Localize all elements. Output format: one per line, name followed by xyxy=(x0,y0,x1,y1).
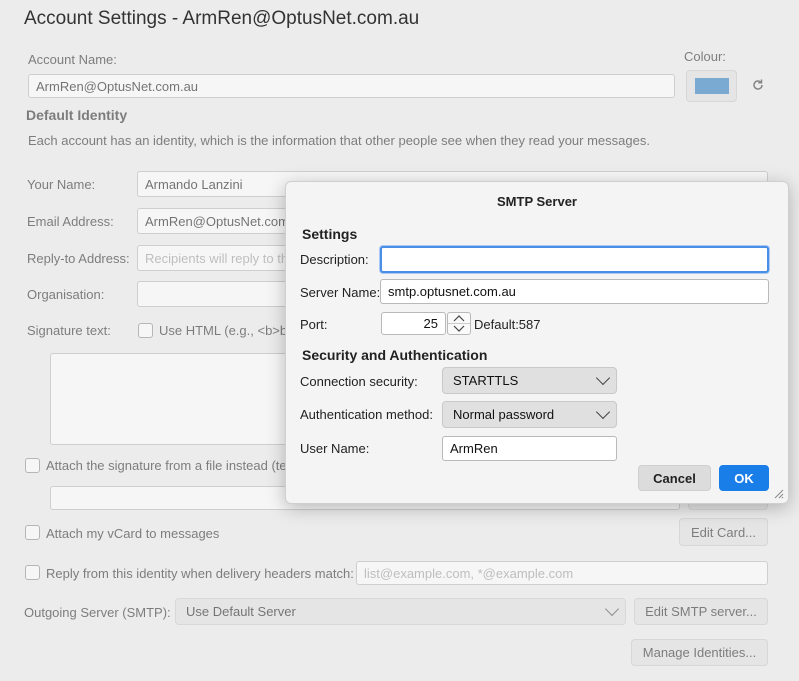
outgoing-server-select[interactable]: Use Default Server xyxy=(175,598,626,625)
port-stepper[interactable] xyxy=(447,312,471,335)
colour-picker-button[interactable] xyxy=(686,70,737,102)
manage-identities-button[interactable]: Manage Identities... xyxy=(631,639,768,666)
edit-smtp-server-button[interactable]: Edit SMTP server... xyxy=(634,598,768,625)
colour-label: Colour: xyxy=(684,49,726,64)
attach-vcard-checkbox[interactable] xyxy=(25,525,40,540)
signature-label: Signature text: xyxy=(27,323,111,338)
use-html-checkbox[interactable] xyxy=(138,323,153,338)
edit-card-button[interactable]: Edit Card... xyxy=(679,518,768,546)
user-name-input[interactable]: ArmRen xyxy=(442,436,617,461)
outgoing-server-value: Use Default Server xyxy=(186,604,296,619)
description-label: Description: xyxy=(300,252,369,267)
description-input[interactable] xyxy=(380,246,769,273)
chevron-down-icon xyxy=(595,404,611,420)
reply-from-input[interactable]: list@example.com, *@example.com xyxy=(356,561,768,585)
use-html-label: Use HTML (e.g., <b>b xyxy=(159,323,288,338)
default-identity-heading: Default Identity xyxy=(26,107,128,123)
account-name-label: Account Name: xyxy=(28,52,117,67)
connection-security-label: Connection security: xyxy=(300,374,418,389)
server-name-input[interactable]: smtp.optusnet.com.au xyxy=(380,279,769,304)
reply-from-label: Reply from this identity when delivery h… xyxy=(46,566,354,581)
settings-heading: Settings xyxy=(302,226,358,242)
port-default-label: Default:587 xyxy=(474,317,541,332)
chevron-down-icon xyxy=(604,601,620,617)
your-name-label: Your Name: xyxy=(27,177,96,192)
resize-grip-icon[interactable] xyxy=(772,487,784,499)
email-label: Email Address: xyxy=(27,214,114,229)
identity-description: Each account has an identity, which is t… xyxy=(28,133,650,148)
smtp-server-dialog: SMTP Server Settings Description: Server… xyxy=(285,181,789,504)
port-label: Port: xyxy=(300,317,328,332)
organisation-label: Organisation: xyxy=(27,287,105,302)
colour-swatch xyxy=(694,78,729,94)
user-name-label: User Name: xyxy=(300,441,370,456)
connection-security-select[interactable]: STARTTLS xyxy=(442,367,617,394)
reply-from-checkbox[interactable] xyxy=(25,565,40,580)
chevron-down-icon xyxy=(595,370,611,386)
outgoing-server-label: Outgoing Server (SMTP): xyxy=(24,605,171,620)
port-input[interactable]: 25 xyxy=(381,312,446,335)
reset-icon[interactable] xyxy=(751,78,765,92)
connection-security-value: STARTTLS xyxy=(453,373,519,388)
auth-method-select[interactable]: Normal password xyxy=(442,401,617,428)
attach-signature-label: Attach the signature from a file instead… xyxy=(46,458,287,473)
dialog-title: SMTP Server xyxy=(497,194,577,209)
stepper-arrows-icon xyxy=(448,315,470,332)
attach-vcard-label: Attach my vCard to messages xyxy=(46,526,220,541)
security-heading: Security and Authentication xyxy=(302,347,488,363)
cancel-button[interactable]: Cancel xyxy=(638,465,711,491)
attach-signature-checkbox[interactable] xyxy=(25,458,40,473)
reply-to-label: Reply-to Address: xyxy=(27,251,130,266)
server-name-label: Server Name: xyxy=(300,285,381,300)
auth-method-label: Authentication method: xyxy=(300,407,433,422)
account-name-input[interactable]: ArmRen@OptusNet.com.au xyxy=(28,74,675,98)
ok-button[interactable]: OK xyxy=(719,465,769,491)
auth-method-value: Normal password xyxy=(453,407,555,422)
